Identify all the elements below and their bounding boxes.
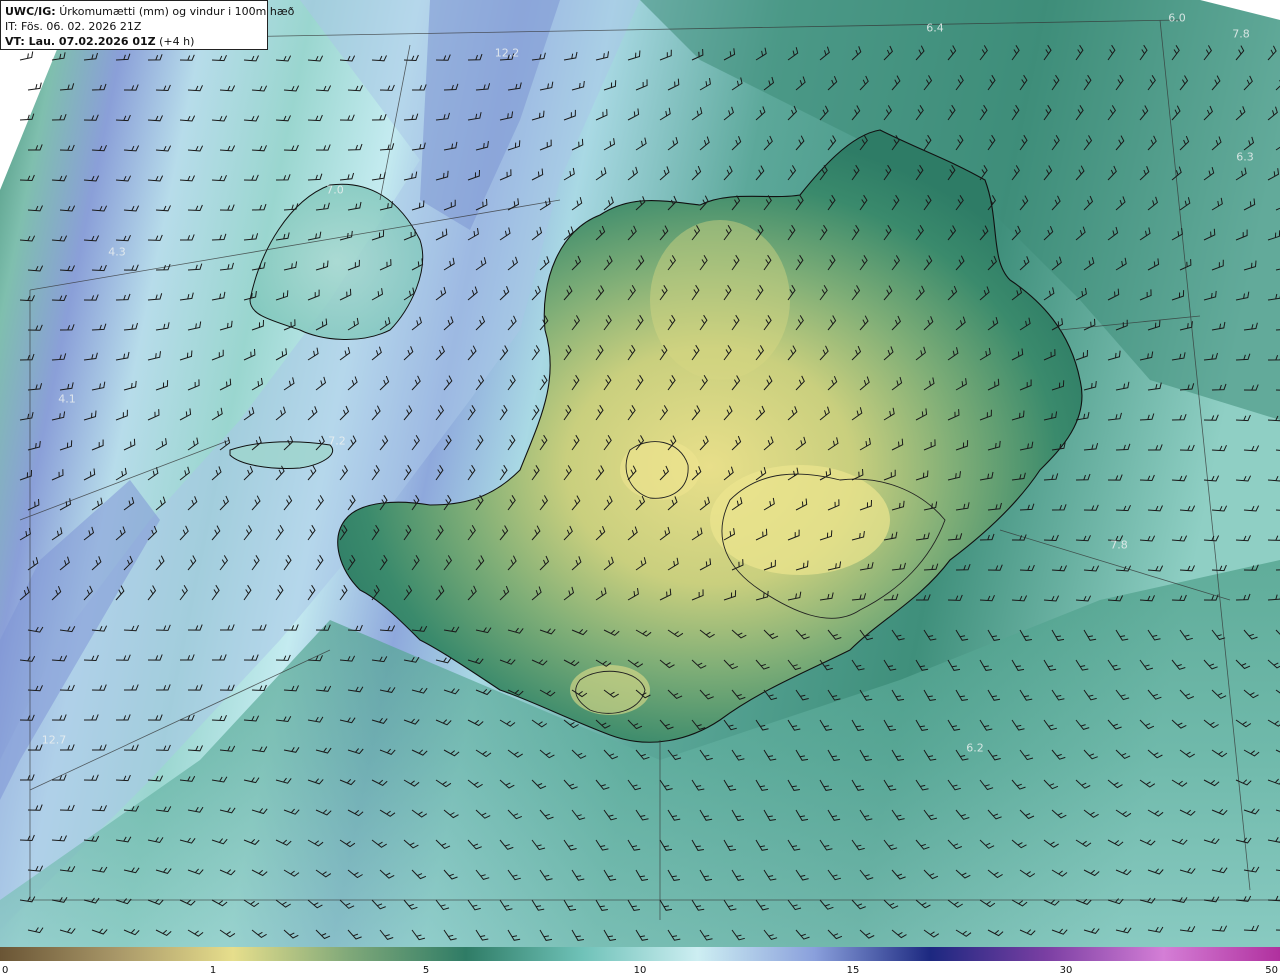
colorbar-tick: 5 <box>422 965 430 976</box>
value-label: 4.1 <box>58 392 76 406</box>
lead-time: (+4 h) <box>159 35 195 48</box>
map-title: UWC/IG: Úrkomumætti (mm) og vindur i 100… <box>5 4 294 19</box>
value-label: 6.4 <box>926 21 944 35</box>
colorbar-legend: 0 1 5 10 15 30 50 <box>0 947 1280 978</box>
value-label: 6.2 <box>966 741 984 755</box>
value-label: 7.0 <box>326 183 344 197</box>
value-label: 12.7 <box>41 733 67 747</box>
precipitation-field <box>0 0 1280 947</box>
valid-time-main: VT: Lau. 07.02.2026 01Z <box>5 35 156 48</box>
colorbar-tick: 30 <box>1059 965 1073 976</box>
init-time: IT: Fös. 06. 02. 2026 21Z <box>5 20 142 33</box>
forecast-map: 12.2 6.4 6.0 7.8 6.3 7.0 4.3 4.1 7.2 7.8… <box>0 0 1280 978</box>
valid-time: VT: Lau. 07.02.2026 01Z (+4 h) <box>5 34 263 49</box>
value-label: 7.8 <box>1110 538 1128 552</box>
colorbar-strip <box>0 947 1280 961</box>
model-name: UWC/IG: <box>5 5 56 18</box>
field-title: Úrkomumætti (mm) og vindur i 100m hæð <box>59 5 295 18</box>
colorbar-tick: 1 <box>209 965 217 976</box>
colorbar-tick: 10 <box>633 965 647 976</box>
value-label: 12.2 <box>494 46 520 60</box>
value-label: 7.2 <box>328 434 346 448</box>
value-label: 6.0 <box>1168 11 1186 25</box>
value-label: 6.3 <box>1236 150 1254 164</box>
value-label: 7.8 <box>1232 27 1250 41</box>
colorbar-tick: 0 <box>2 965 9 976</box>
value-label: 4.3 <box>108 245 126 259</box>
colorbar-tick: 15 <box>846 965 860 976</box>
map-info-box: UWC/IG: Úrkomumætti (mm) og vindur i 100… <box>0 0 294 50</box>
colorbar-tick: 50 <box>1265 965 1278 976</box>
